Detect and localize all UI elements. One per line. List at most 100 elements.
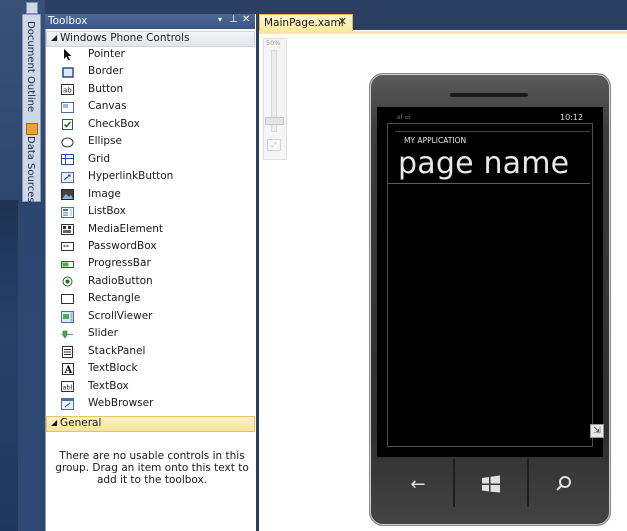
toolbox-item-button[interactable]: ab Button [47, 82, 253, 99]
toolbox-item-radiobutton[interactable]: RadioButton [47, 274, 253, 291]
start-button[interactable] [455, 459, 527, 509]
side-tab-strip: Document Outline Data Sources [22, 14, 41, 203]
toolbox-item-label: Button [88, 82, 124, 95]
svg-text:ab: ab [63, 87, 72, 95]
stackpanel-icon [61, 345, 74, 358]
rectangle-icon [61, 293, 74, 305]
toolbox-item-label: TextBlock [88, 362, 138, 375]
toolbox-item-label: ProgressBar [88, 257, 151, 270]
tab-label: MainPage.xaml [264, 17, 344, 29]
toolbox-item-label: PasswordBox [88, 239, 157, 252]
tab-document-outline[interactable]: Document Outline [25, 21, 36, 112]
resize-handle-icon[interactable]: ⇲ [590, 424, 604, 438]
search-icon [556, 476, 571, 491]
signal-battery-icon: .ııl ▭ [395, 113, 411, 121]
zoom-level: 50% [266, 39, 281, 47]
passwordbox-icon: ** [61, 241, 74, 253]
tab-data-sources[interactable]: Data Sources [25, 136, 36, 203]
checkbox-icon [61, 119, 74, 131]
phone-speaker [450, 93, 528, 97]
desktop-background [0, 200, 18, 531]
toolbox-title-bar[interactable]: Toolbox ▾ ⊥ ✕ [45, 14, 255, 29]
toolbox-item-label: CheckBox [88, 117, 140, 130]
toolbox-item-textbox[interactable]: abl TextBox [47, 379, 253, 396]
svg-text:**: ** [63, 244, 69, 251]
search-button[interactable] [528, 459, 600, 509]
toolbox-title: Toolbox [48, 15, 88, 27]
textbox-icon: abl [61, 381, 74, 393]
toolbox-item-webbrowser[interactable]: WebBrowser [47, 396, 253, 413]
toolbox-item-slider[interactable]: Slider [47, 326, 253, 343]
toolbox-item-ellipse[interactable]: Ellipse [47, 134, 253, 151]
toolbox-item-label: Grid [88, 152, 111, 165]
group-windows-phone-controls[interactable]: ◢ Windows Phone Controls [46, 31, 255, 47]
toolbox-item-label: Image [88, 187, 121, 200]
canvas-icon [61, 101, 74, 113]
toolbox-item-scrollviewer[interactable]: ScrollViewer [47, 309, 253, 326]
ellipse-icon [61, 136, 74, 148]
pointer-icon [61, 49, 74, 61]
title-panel-divider [388, 183, 590, 184]
toolbox-item-rectangle[interactable]: Rectangle [47, 291, 253, 308]
toolbox-item-label: ListBox [88, 205, 126, 218]
toolbox-item-progressbar[interactable]: ProgressBar [47, 256, 253, 273]
toolbox-item-canvas[interactable]: Canvas [47, 99, 253, 116]
scrollviewer-icon [61, 310, 74, 323]
dropdown-icon[interactable]: ▾ [218, 15, 222, 24]
close-icon[interactable]: ✕ [242, 14, 250, 25]
collapse-triangle-icon: ◢ [51, 33, 58, 42]
toolbox-item-label: MediaElement [88, 222, 164, 235]
toolbox-item-label: WebBrowser [88, 397, 154, 409]
svg-text:abl: abl [63, 384, 73, 392]
back-arrow-icon: ← [410, 473, 426, 495]
toolbox-item-checkbox[interactable]: CheckBox [47, 117, 253, 134]
collapse-triangle-icon: ◢ [51, 418, 58, 427]
toolbox-item-label: ScrollViewer [88, 309, 153, 322]
progressbar-icon [61, 258, 74, 270]
application-title[interactable]: MY APPLICATION [404, 136, 466, 145]
general-empty-message: There are no usable controls in this gro… [55, 450, 249, 486]
auto-hide-icon[interactable] [26, 2, 38, 14]
toolbox-item-label: Canvas [88, 100, 127, 113]
group-label: Windows Phone Controls [60, 32, 190, 44]
windows-logo-icon [482, 475, 500, 493]
toolbox-item-border[interactable]: Border [47, 64, 253, 81]
zoom-slider-thumb[interactable] [265, 117, 284, 125]
toolbox-item-label: Slider [88, 327, 118, 340]
toolbox-item-label: HyperlinkButton [88, 170, 174, 183]
toolbox-item-label: TextBox [88, 379, 129, 392]
toolbox-item-mediaelement[interactable]: MediaElement [47, 222, 253, 239]
tab-mainpage-xaml[interactable]: MainPage.xaml ✕ [259, 14, 353, 32]
toolbox-item-pointer[interactable]: Pointer [47, 47, 253, 64]
mediaelement-icon [61, 224, 74, 236]
toolbox-item-textblock[interactable]: A TextBlock [47, 361, 253, 378]
pin-icon[interactable]: ⊥ [229, 14, 238, 25]
toolbox-item-stackpanel[interactable]: StackPanel [47, 344, 253, 361]
fit-to-screen-icon[interactable]: ⤢ [267, 139, 281, 151]
listbox-icon [61, 206, 74, 218]
grid-icon [61, 154, 74, 166]
webbrowser-icon [61, 398, 74, 410]
back-button[interactable]: ← [382, 459, 454, 509]
slider-icon [61, 328, 74, 340]
toolbox-item-image[interactable]: Image [47, 187, 253, 204]
image-icon [61, 189, 74, 201]
button-icon: ab [61, 84, 74, 96]
hyperlinkbutton-icon [61, 171, 74, 183]
toolbox-item-grid[interactable]: Grid [47, 152, 253, 169]
toolbox-item-label: RadioButton [88, 274, 153, 287]
toolbox-item-label: Ellipse [88, 135, 122, 148]
group-general[interactable]: ◢ General [46, 416, 255, 432]
toolbox-item-passwordbox[interactable]: ** PasswordBox [47, 239, 253, 256]
close-icon[interactable]: ✕ [338, 15, 347, 28]
toolbox-item-listbox[interactable]: ListBox [47, 204, 253, 221]
group-label: General [60, 417, 102, 429]
border-icon [61, 66, 74, 78]
textblock-icon: A [61, 363, 74, 376]
toolbox-item-label: Border [88, 65, 124, 78]
toolbox-item-label: Rectangle [88, 292, 141, 305]
page-title[interactable]: page name [398, 146, 569, 181]
toolbox-item-label: Pointer [88, 48, 125, 60]
toolbox-item-hyperlinkbutton[interactable]: HyperlinkButton [47, 169, 253, 186]
status-time: 10:12 [560, 113, 584, 122]
